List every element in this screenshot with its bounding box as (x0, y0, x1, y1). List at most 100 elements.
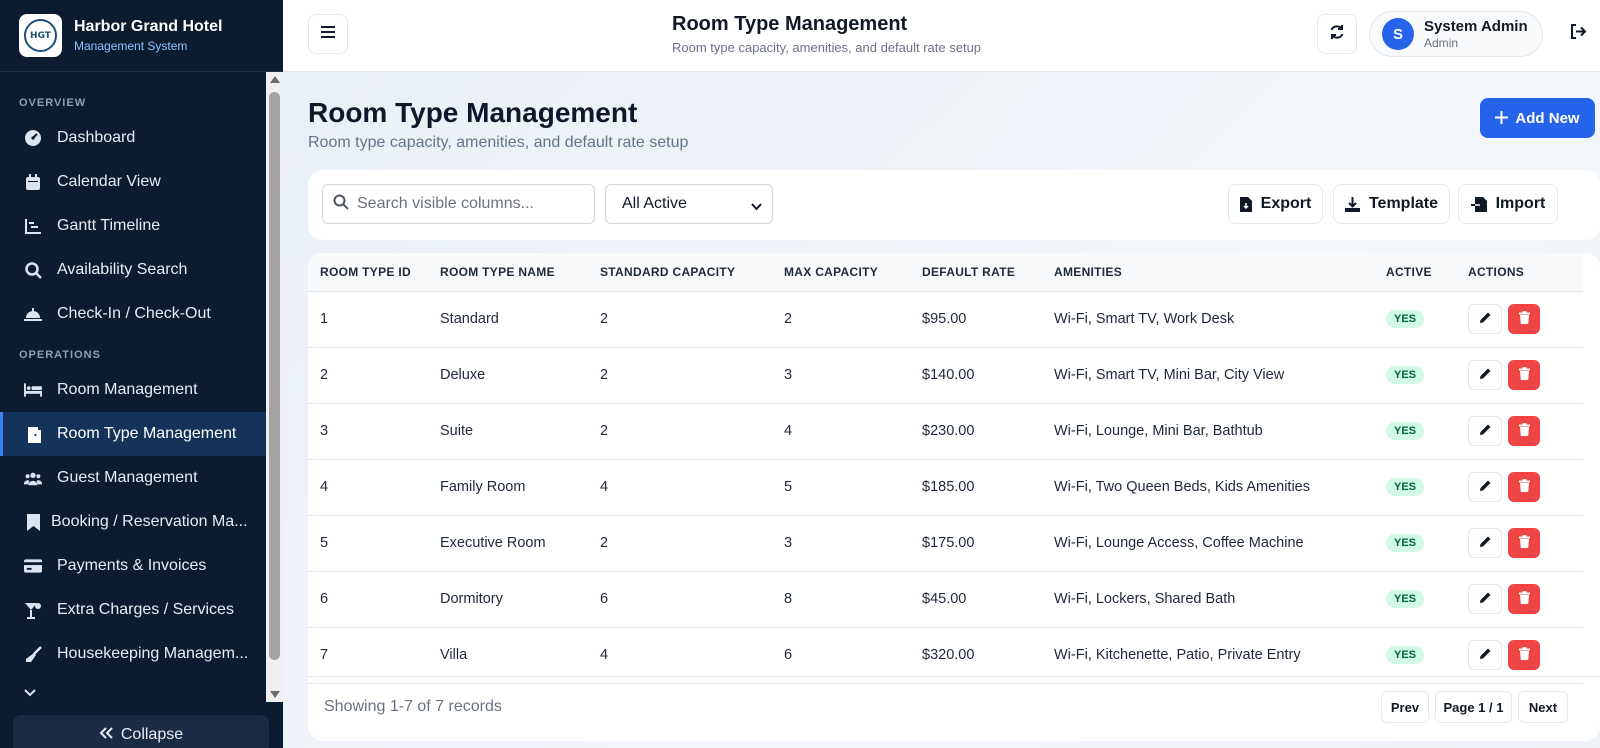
cell-id: 6 (308, 571, 440, 628)
edit-button[interactable] (1468, 304, 1502, 334)
refresh-icon (1329, 24, 1345, 45)
scroll-up-icon[interactable] (270, 76, 280, 83)
cell-active: YES (1386, 459, 1468, 516)
add-new-button[interactable]: Add New (1480, 98, 1595, 138)
edit-button[interactable] (1468, 472, 1502, 502)
cell-max: 5 (784, 459, 922, 516)
sidebar-item-extra-charges[interactable]: Extra Charges / Services (0, 588, 266, 632)
table-row[interactable]: 6 Dormitory 6 8 $45.00 Wi-Fi, Lockers, Shared… (308, 571, 1583, 628)
table-row[interactable]: 1 Standard 2 2 $95.00 Wi-Fi, Smart TV, Work D… (308, 291, 1583, 348)
sidebar-item-bookings[interactable]: Booking / Reservation Ma... (0, 500, 266, 544)
brand[interactable]: HGT Harbor Grand Hotel Management System (0, 0, 283, 72)
sidebar-item-label: Calendar View (57, 173, 161, 190)
column-header[interactable]: DEFAULT RATE (922, 253, 1054, 292)
table-row[interactable]: 4 Family Room 4 5 $185.00 Wi-Fi, Two Queen Be… (308, 459, 1583, 516)
sidebar-item-guests[interactable]: Guest Management (0, 456, 266, 500)
column-header[interactable]: ROOM TYPE ID (308, 253, 440, 292)
column-header[interactable]: AMENITIES (1054, 253, 1386, 292)
refresh-button[interactable] (1317, 14, 1357, 54)
delete-button[interactable] (1508, 584, 1540, 614)
logo-mark: HGT (24, 19, 57, 52)
header-subtitle: Room type capacity, amenities, and defau… (672, 40, 982, 55)
sidebar-item-payments[interactable]: Payments & Invoices (0, 544, 266, 588)
cell-std: 4 (600, 459, 784, 516)
table-row[interactable]: 5 Executive Room 2 3 $175.00 Wi-Fi, Lounge Ac… (308, 515, 1583, 572)
pencil-icon (1479, 479, 1492, 496)
status-badge: YES (1386, 646, 1425, 664)
search-input[interactable] (357, 195, 577, 213)
logout-button[interactable] (1566, 22, 1590, 46)
sidebar-item-label: Payments & Invoices (57, 557, 207, 574)
edit-button[interactable] (1468, 528, 1502, 558)
status-badge: YES (1386, 366, 1425, 384)
edit-button[interactable] (1468, 584, 1502, 614)
status-filter-select[interactable]: All Active (605, 184, 773, 224)
table-row[interactable]: 3 Suite 2 4 $230.00 Wi-Fi, Lounge, Mini Bar, … (308, 403, 1583, 460)
template-button[interactable]: Template (1333, 184, 1450, 224)
cell-active: YES (1386, 347, 1468, 404)
user-menu[interactable]: S System Admin Admin (1369, 11, 1543, 57)
cell-std: 2 (600, 347, 784, 404)
table-row[interactable]: 2 Deluxe 2 3 $140.00 Wi-Fi, Smart TV, Mini Ba… (308, 347, 1583, 404)
column-header[interactable]: ACTIVE (1386, 253, 1468, 292)
table-footer: Showing 1-7 of 7 records Prev Page 1 / 1… (308, 676, 1600, 741)
delete-button[interactable] (1508, 360, 1540, 390)
delete-button[interactable] (1508, 640, 1540, 670)
next-page-button[interactable]: Next (1518, 691, 1568, 723)
sidebar-item-label: Gantt Timeline (57, 217, 161, 234)
cell-actions (1468, 403, 1583, 460)
user-role: Admin (1424, 36, 1459, 50)
delete-button[interactable] (1508, 304, 1540, 334)
delete-button[interactable] (1508, 416, 1540, 446)
card-icon (24, 557, 42, 575)
cell-active: YES (1386, 571, 1468, 628)
collapse-label: Collapse (120, 726, 184, 743)
column-header[interactable]: ROOM TYPE NAME (440, 253, 600, 292)
column-header[interactable]: STANDARD CAPACITY (600, 253, 784, 292)
sidebar-item-gantt[interactable]: Gantt Timeline (0, 204, 266, 248)
sidebar-item-dashboard[interactable]: Dashboard (0, 116, 266, 160)
cell-rate: $175.00 (922, 515, 1054, 572)
sidebar-scrollbar[interactable] (266, 72, 283, 702)
trash-icon (1518, 422, 1530, 440)
cell-rate: $230.00 (922, 403, 1054, 460)
cell-rate: $140.00 (922, 347, 1054, 404)
template-label: Template (1368, 195, 1439, 212)
calendar-icon (24, 173, 42, 191)
sidebar-item-calendar[interactable]: Calendar View (0, 160, 266, 204)
cell-max: 3 (784, 347, 922, 404)
edit-button[interactable] (1468, 416, 1502, 446)
partial-icon (24, 684, 36, 697)
cell-amenities: Wi-Fi, Lounge, Mini Bar, Bathtub (1054, 403, 1386, 460)
delete-button[interactable] (1508, 528, 1540, 558)
sidebar-item-checkin[interactable]: Check-In / Check-Out (0, 292, 266, 336)
edit-button[interactable] (1468, 360, 1502, 390)
hamburger-icon (321, 25, 335, 43)
table-row[interactable]: 7 Villa 4 6 $320.00 Wi-Fi, Kitchenette, Patio… (308, 627, 1583, 684)
cell-amenities: Wi-Fi, Kitchenette, Patio, Private Entry (1054, 627, 1386, 684)
cocktail-icon (24, 601, 42, 619)
export-button[interactable]: Export (1228, 184, 1323, 224)
logout-icon (1570, 24, 1587, 44)
brand-subtitle: Management System (74, 39, 188, 53)
prev-page-button[interactable]: Prev (1381, 691, 1429, 723)
pencil-icon (1479, 591, 1492, 608)
search-box[interactable] (322, 184, 595, 224)
menu-toggle-button[interactable] (308, 14, 348, 54)
cell-rate: $185.00 (922, 459, 1054, 516)
import-button[interactable]: Import (1458, 184, 1558, 224)
sidebar-item-room-types[interactable]: Room Type Management (0, 412, 266, 456)
sidebar-item-rooms[interactable]: Room Management (0, 368, 266, 412)
sidebar-item-housekeeping[interactable]: Housekeeping Managem... (0, 632, 266, 676)
broom-icon (24, 645, 42, 663)
column-header: ACTIONS (1468, 253, 1583, 292)
scroll-thumb[interactable] (269, 92, 280, 660)
pencil-icon (1479, 423, 1492, 440)
collapse-button[interactable]: Collapse (13, 715, 269, 748)
cell-max: 8 (784, 571, 922, 628)
edit-button[interactable] (1468, 640, 1502, 670)
delete-button[interactable] (1508, 472, 1540, 502)
column-header[interactable]: MAX CAPACITY (784, 253, 922, 292)
scroll-down-icon[interactable] (270, 691, 280, 698)
sidebar-item-availability[interactable]: Availability Search (0, 248, 266, 292)
